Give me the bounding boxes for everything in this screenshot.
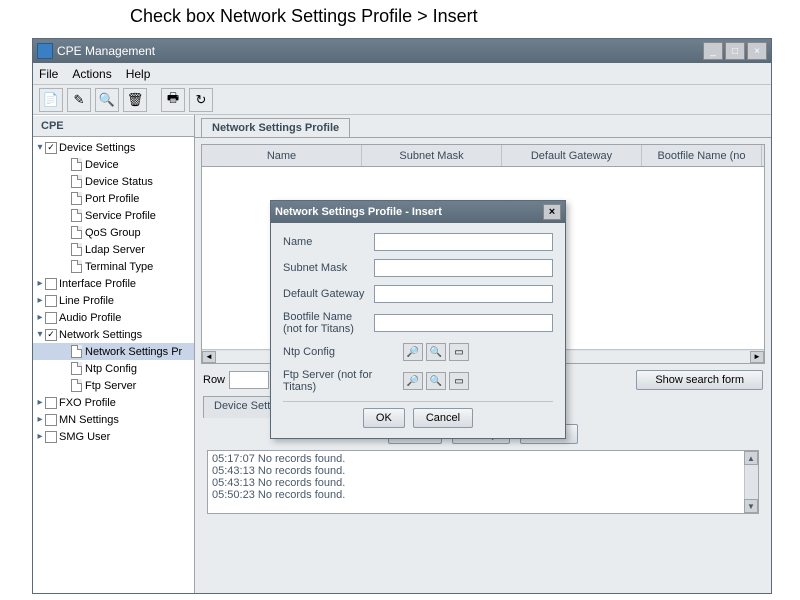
input-subnet[interactable] (374, 259, 553, 277)
ftp-search-icon[interactable]: 🔍 (426, 372, 446, 390)
ntp-browse-icon[interactable]: 🔎 (403, 343, 423, 361)
log-line: 05:43:13 No records found. (212, 465, 754, 477)
input-name[interactable] (374, 233, 553, 251)
label-name: Name (283, 236, 374, 248)
tree-item[interactable]: ▾✓Network Settings (33, 326, 194, 343)
log-panel: ▲ ▼ 05:17:07 No records found.05:43:13 N… (207, 450, 759, 514)
tree-item[interactable]: ▸Line Profile (33, 292, 194, 309)
tree-item[interactable]: Device (33, 156, 194, 173)
menu-actions[interactable]: Actions (72, 67, 111, 81)
label-bootfile: Bootfile Name (not for Titans) (283, 311, 374, 335)
dialog-ok-button[interactable]: OK (363, 408, 405, 428)
log-scroll-up-icon[interactable]: ▲ (744, 451, 758, 465)
titlebar: CPE Management _ □ × (33, 39, 771, 63)
label-gateway: Default Gateway (283, 288, 374, 300)
row-label: Row (203, 374, 225, 386)
menubar: File Actions Help (33, 63, 771, 85)
tree-item[interactable]: Port Profile (33, 190, 194, 207)
minimize-button[interactable]: _ (703, 42, 723, 60)
delete-icon[interactable]: 🗑 (123, 88, 147, 112)
refresh-icon[interactable]: ↻ (189, 88, 213, 112)
tree-item[interactable]: Network Settings Pr (33, 343, 194, 360)
print-icon[interactable]: 🖶 (161, 88, 185, 112)
show-search-form-button[interactable]: Show search form (636, 370, 763, 390)
tree-item[interactable]: QoS Group (33, 224, 194, 241)
label-ftp: Ftp Server (not for Titans) (283, 369, 403, 393)
new-icon[interactable]: 📄 (39, 88, 63, 112)
tree-item[interactable]: Service Profile (33, 207, 194, 224)
edit-icon[interactable]: ✎ (67, 88, 91, 112)
close-button[interactable]: × (747, 42, 767, 60)
menu-file[interactable]: File (39, 67, 58, 81)
grid-column-header[interactable]: Default Gateway (502, 145, 642, 166)
grid-column-header[interactable]: Subnet Mask (362, 145, 502, 166)
tree-item[interactable]: Ftp Server (33, 377, 194, 394)
tree: ▾✓Device SettingsDeviceDevice StatusPort… (33, 137, 194, 593)
input-gateway[interactable] (374, 285, 553, 303)
window-title: CPE Management (57, 44, 155, 58)
insert-dialog: Network Settings Profile - Insert × Name… (270, 200, 566, 439)
row-input[interactable] (229, 371, 269, 389)
log-line: 05:43:13 No records found. (212, 477, 754, 489)
tree-item[interactable]: ▸FXO Profile (33, 394, 194, 411)
search-icon[interactable]: 🔍 (95, 88, 119, 112)
scroll-left-icon[interactable]: ◄ (202, 351, 216, 363)
tree-item[interactable]: Ntp Config (33, 360, 194, 377)
tree-item[interactable]: ▸Audio Profile (33, 309, 194, 326)
dialog-cancel-button[interactable]: Cancel (413, 408, 473, 428)
tree-item[interactable]: ▸SMG User (33, 428, 194, 445)
log-line: 05:17:07 No records found. (212, 453, 754, 465)
tree-item[interactable]: ▸Interface Profile (33, 275, 194, 292)
tree-item[interactable]: ▾✓Device Settings (33, 139, 194, 156)
input-bootfile[interactable] (374, 314, 553, 332)
ftp-clear-icon[interactable]: ▭ (449, 372, 469, 390)
toolbar: 📄 ✎ 🔍 🗑 🖶 ↻ (33, 85, 771, 115)
scroll-right-icon[interactable]: ► (750, 351, 764, 363)
sidebar: CPE ▾✓Device SettingsDeviceDevice Status… (33, 115, 195, 593)
page-caption: Check box Network Settings Profile > Ins… (0, 0, 800, 31)
tree-item[interactable]: ▸MN Settings (33, 411, 194, 428)
ntp-clear-icon[interactable]: ▭ (449, 343, 469, 361)
app-icon (37, 43, 53, 59)
grid-column-header[interactable]: Bootfile Name (no (642, 145, 762, 166)
dialog-title: Network Settings Profile - Insert (275, 206, 442, 218)
label-ntp: Ntp Config (283, 346, 403, 358)
log-line: 05:50:23 No records found. (212, 489, 754, 501)
tab-network-settings-profile[interactable]: Network Settings Profile (201, 118, 350, 137)
ftp-browse-icon[interactable]: 🔎 (403, 372, 423, 390)
menu-help[interactable]: Help (126, 67, 151, 81)
log-scroll-down-icon[interactable]: ▼ (744, 499, 758, 513)
tree-item[interactable]: Terminal Type (33, 258, 194, 275)
tree-item[interactable]: Ldap Server (33, 241, 194, 258)
tree-item[interactable]: Device Status (33, 173, 194, 190)
dialog-close-button[interactable]: × (543, 204, 561, 220)
sidebar-tab-cpe[interactable]: CPE (33, 115, 194, 137)
ntp-search-icon[interactable]: 🔍 (426, 343, 446, 361)
grid-column-header[interactable]: Name (202, 145, 362, 166)
maximize-button[interactable]: □ (725, 42, 745, 60)
label-subnet: Subnet Mask (283, 262, 374, 274)
